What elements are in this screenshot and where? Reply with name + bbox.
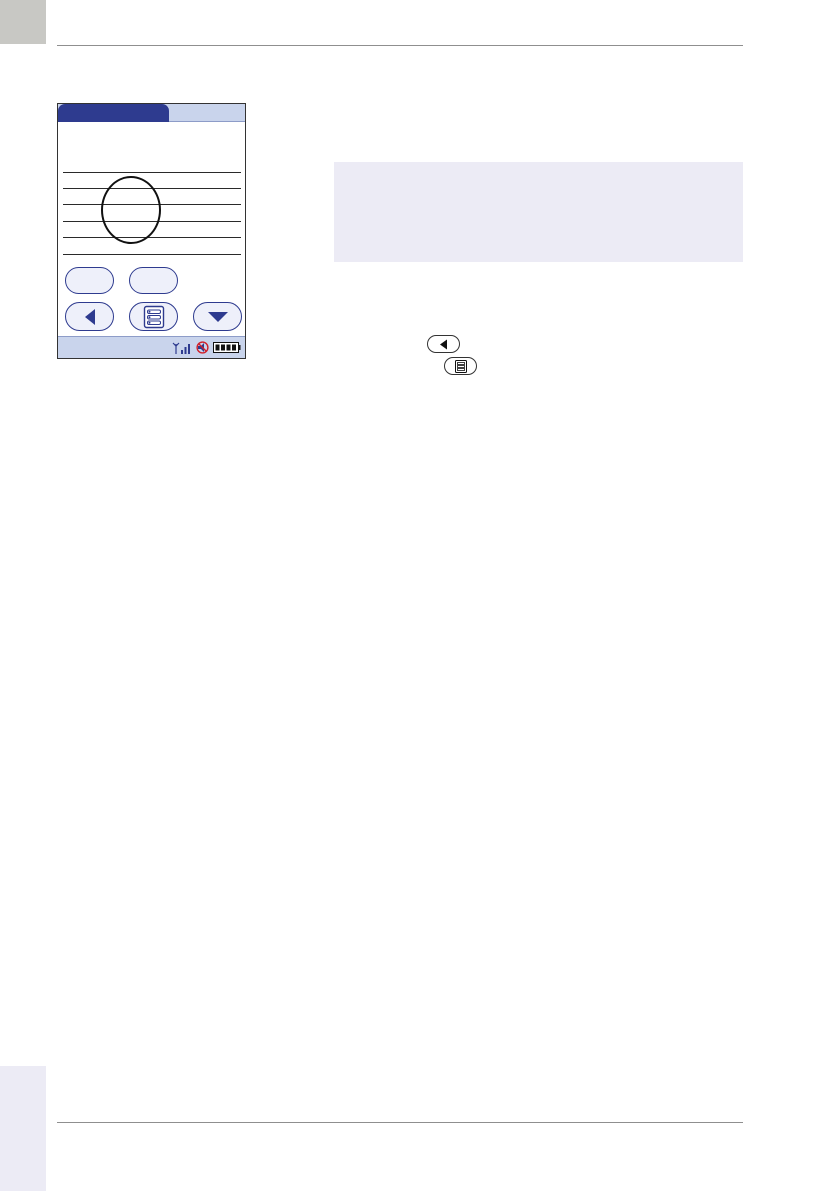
triangle-down-icon bbox=[207, 311, 228, 322]
battery-icon bbox=[213, 342, 241, 353]
status-icons bbox=[172, 341, 241, 354]
menu-list-icon bbox=[454, 359, 467, 373]
inline-menu-button-icon bbox=[444, 357, 477, 375]
footer-rule bbox=[57, 1122, 743, 1123]
screen-title-bar bbox=[58, 104, 245, 122]
chapter-corner-tab bbox=[0, 0, 46, 44]
screen-status-bar bbox=[58, 336, 245, 358]
inline-back-button-icon bbox=[427, 335, 460, 353]
no-sound-icon bbox=[196, 341, 209, 354]
antenna-signal-icon bbox=[172, 342, 190, 354]
chapter-side-tab bbox=[0, 1066, 46, 1191]
active-screen-tab bbox=[58, 104, 169, 122]
highlight-ellipse bbox=[101, 176, 161, 244]
triangle-left-icon bbox=[440, 339, 447, 349]
triangle-left-icon bbox=[84, 308, 95, 325]
menu-button[interactable] bbox=[129, 302, 178, 331]
soft-button-left[interactable] bbox=[65, 267, 114, 294]
list-row-divider bbox=[63, 237, 241, 238]
list-row-divider bbox=[63, 172, 241, 173]
scroll-down-button[interactable] bbox=[193, 302, 242, 331]
list-row-divider bbox=[63, 254, 241, 255]
note-box bbox=[334, 162, 743, 262]
soft-button-right[interactable] bbox=[129, 267, 178, 294]
device-screen bbox=[57, 103, 246, 359]
header-rule bbox=[57, 45, 743, 46]
back-button[interactable] bbox=[65, 302, 114, 331]
menu-list-icon bbox=[143, 305, 164, 328]
